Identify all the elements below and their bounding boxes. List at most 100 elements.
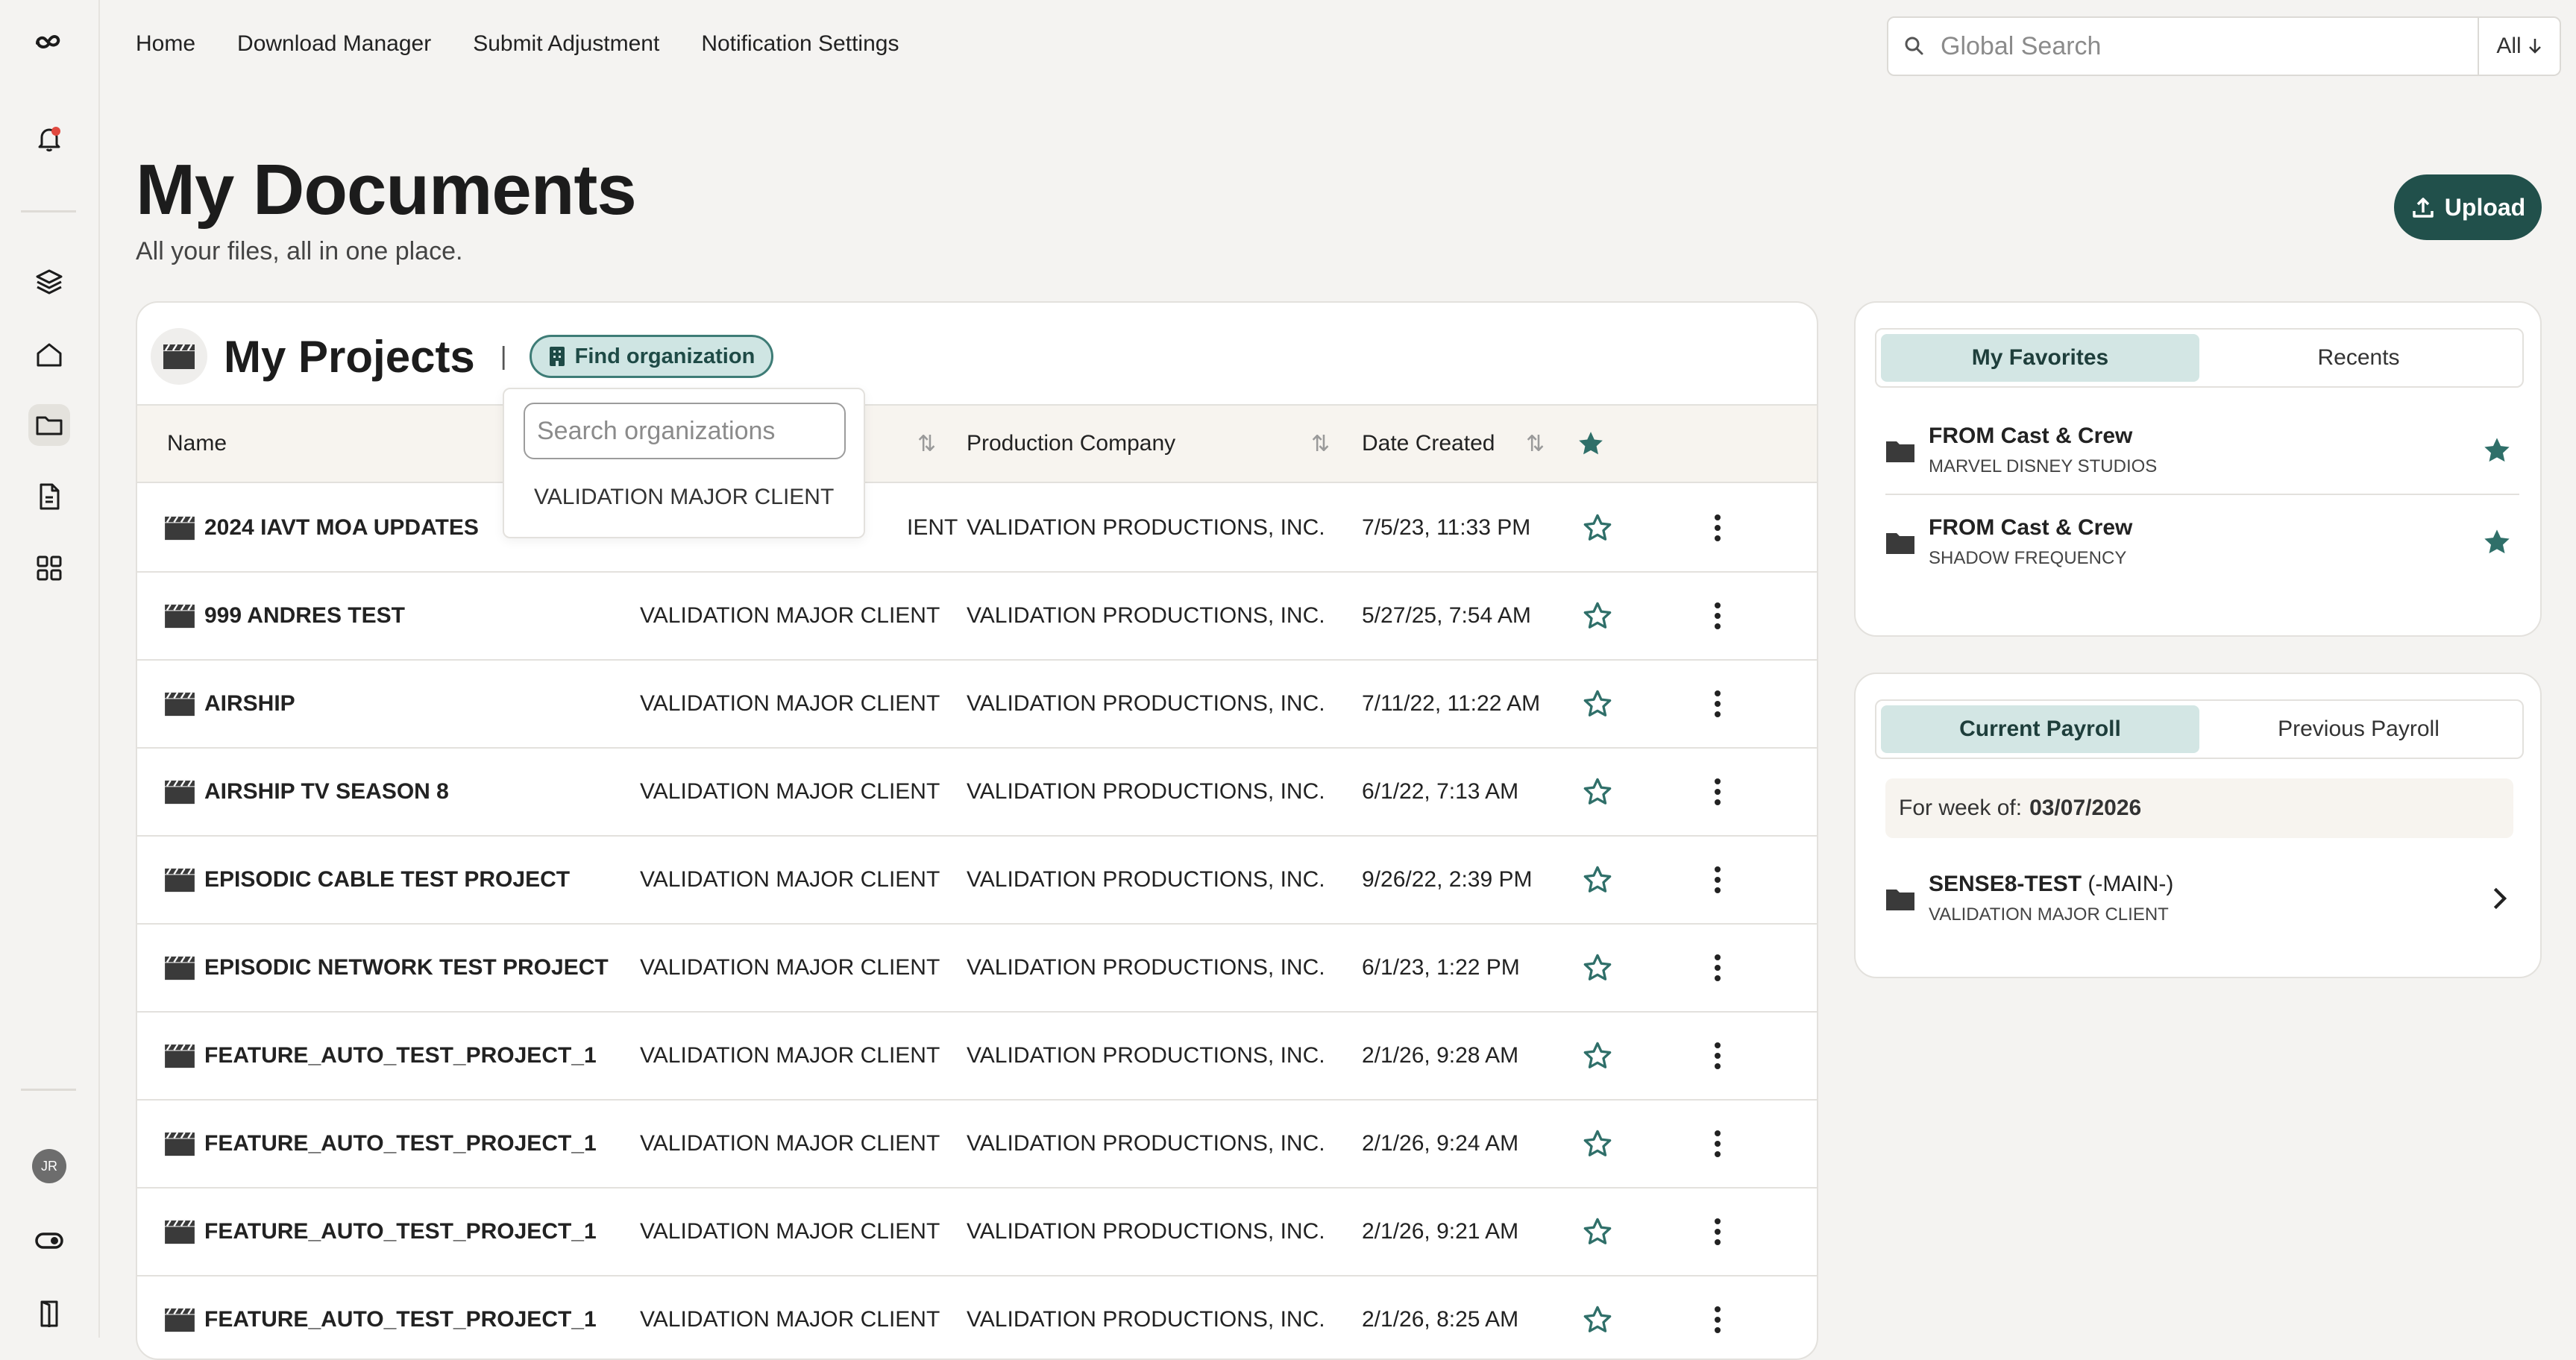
sort-icon[interactable]: ⇅ <box>1526 406 1545 482</box>
organization-option[interactable]: VALIDATION MAJOR CLIENT <box>534 485 834 510</box>
favorite-column-star-icon[interactable] <box>1577 406 1605 482</box>
client-cell: VALIDATION MAJOR CLIENT <box>640 603 940 628</box>
project-name: FEATURE_AUTO_TEST_PROJECT_1 <box>204 1043 597 1068</box>
arrow-down-icon <box>2528 39 2541 54</box>
star-icon[interactable] <box>2482 527 2512 557</box>
kebab-icon[interactable] <box>1714 485 1721 571</box>
sort-icon[interactable]: ⇅ <box>1311 406 1330 482</box>
date-created-cell: 9/26/22, 2:39 PM <box>1362 867 1533 892</box>
payroll-item[interactable]: SENSE8-TEST (-MAIN-) VALIDATION MAJOR CL… <box>1885 854 2519 942</box>
search-organizations-input[interactable]: Search organizations <box>524 403 846 459</box>
toggle-icon[interactable] <box>28 1220 70 1262</box>
kebab-icon[interactable] <box>1714 1276 1721 1359</box>
payroll-item-suffix: (-MAIN-) <box>2087 872 2174 896</box>
client-cell: VALIDATION MAJOR CLIENT <box>640 867 940 892</box>
table-row[interactable]: 999 ANDRES TEST VALIDATION MAJOR CLIENT … <box>137 573 1817 661</box>
column-header-production-company[interactable]: Production Company <box>967 406 1175 482</box>
client-cell: VALIDATION MAJOR CLIENT <box>640 1131 940 1156</box>
production-company-cell: VALIDATION PRODUCTIONS, INC. <box>967 955 1325 980</box>
project-name-cell[interactable]: 2024 IAVT MOA UPDATES <box>163 485 479 571</box>
date-created-cell: 2/1/26, 9:24 AM <box>1362 1131 1519 1156</box>
table-row[interactable]: FEATURE_AUTO_TEST_PROJECT_1 VALIDATION M… <box>137 1101 1817 1189</box>
star-icon[interactable] <box>1583 1101 1612 1187</box>
favorite-item[interactable]: FROM Cast & Crew MARVEL DISNEY STUDIOS <box>1885 407 2519 495</box>
star-icon[interactable] <box>1583 925 1612 1011</box>
star-icon[interactable] <box>1583 573 1612 659</box>
column-header-name[interactable]: Name <box>167 406 227 482</box>
table-row[interactable]: FEATURE_AUTO_TEST_PROJECT_1 VALIDATION M… <box>137 1276 1817 1359</box>
star-icon[interactable] <box>1583 485 1612 571</box>
production-company-cell: VALIDATION PRODUCTIONS, INC. <box>967 1219 1325 1244</box>
table-row[interactable]: FEATURE_AUTO_TEST_PROJECT_1 VALIDATION M… <box>137 1013 1817 1101</box>
tab-previous-payroll[interactable]: Previous Payroll <box>2199 705 2518 753</box>
project-name-cell[interactable]: FEATURE_AUTO_TEST_PROJECT_1 <box>163 1101 597 1187</box>
bell-icon[interactable] <box>28 118 70 160</box>
nav-download-manager[interactable]: Download Manager <box>237 31 431 57</box>
table-row[interactable]: EPISODIC CABLE TEST PROJECT VALIDATION M… <box>137 837 1817 925</box>
project-name: FEATURE_AUTO_TEST_PROJECT_1 <box>204 1131 597 1156</box>
global-search[interactable]: Global Search All <box>1887 16 2561 76</box>
star-icon[interactable] <box>1583 1189 1612 1275</box>
home-icon[interactable] <box>28 334 70 376</box>
kebab-icon[interactable] <box>1714 661 1721 747</box>
star-icon[interactable] <box>1583 749 1612 835</box>
kebab-icon[interactable] <box>1714 573 1721 659</box>
nav-submit-adjustment[interactable]: Submit Adjustment <box>473 31 659 57</box>
chevron-right-icon[interactable] <box>2487 886 2512 911</box>
kebab-icon[interactable] <box>1714 925 1721 1011</box>
star-icon[interactable] <box>1583 1276 1612 1359</box>
table-row[interactable]: AIRSHIP TV SEASON 8 VALIDATION MAJOR CLI… <box>137 749 1817 837</box>
star-icon[interactable] <box>1583 661 1612 747</box>
search-input[interactable]: Global Search <box>1941 32 2478 61</box>
project-name-cell[interactable]: AIRSHIP <box>163 661 295 747</box>
logo-icon[interactable] <box>28 21 70 63</box>
layers-icon[interactable] <box>28 261 70 303</box>
logout-icon[interactable] <box>28 1293 70 1335</box>
project-name: AIRSHIP TV SEASON 8 <box>204 779 449 804</box>
column-date-created-label: Date Created <box>1362 431 1495 456</box>
table-header: Name ⇅ Production Company ⇅ Date Created… <box>137 404 1817 483</box>
project-name-cell[interactable]: 999 ANDRES TEST <box>163 573 405 659</box>
tab-recents[interactable]: Recents <box>2199 334 2518 382</box>
search-scope-select[interactable]: All <box>2478 18 2560 75</box>
favorite-title: FROM Cast & Crew <box>1929 515 2133 540</box>
table-row[interactable]: 2024 IAVT MOA UPDATES IENT VALIDATION PR… <box>137 485 1817 573</box>
find-organization-button[interactable]: Find organization <box>529 335 774 378</box>
star-icon[interactable] <box>1583 1013 1612 1099</box>
column-header-date-created[interactable]: Date Created <box>1362 406 1495 482</box>
sort-icon[interactable]: ⇅ <box>917 406 936 482</box>
page-subtitle: All your files, all in one place. <box>136 237 463 265</box>
kebab-icon[interactable] <box>1714 1189 1721 1275</box>
star-icon[interactable] <box>1583 837 1612 923</box>
folder-icon[interactable] <box>28 404 70 446</box>
grid-icon[interactable] <box>28 547 70 589</box>
table-row[interactable]: AIRSHIP VALIDATION MAJOR CLIENT VALIDATI… <box>137 661 1817 749</box>
table-row[interactable]: EPISODIC NETWORK TEST PROJECT VALIDATION… <box>137 925 1817 1013</box>
project-name-cell[interactable]: AIRSHIP TV SEASON 8 <box>163 749 449 835</box>
table-row[interactable]: FEATURE_AUTO_TEST_PROJECT_1 VALIDATION M… <box>137 1189 1817 1276</box>
upload-button[interactable]: Upload <box>2394 174 2542 240</box>
project-name-cell[interactable]: FEATURE_AUTO_TEST_PROJECT_1 <box>163 1276 597 1359</box>
document-icon[interactable] <box>28 476 70 517</box>
favorites-tabs: My Favorites Recents <box>1875 328 2524 388</box>
avatar[interactable]: JR <box>28 1145 70 1187</box>
project-name: 2024 IAVT MOA UPDATES <box>204 515 479 540</box>
star-icon[interactable] <box>2482 435 2512 465</box>
clapperboard-icon <box>165 1220 195 1244</box>
project-name-cell[interactable]: EPISODIC CABLE TEST PROJECT <box>163 837 570 923</box>
nav-home[interactable]: Home <box>136 31 195 57</box>
project-name-cell[interactable]: FEATURE_AUTO_TEST_PROJECT_1 <box>163 1189 597 1275</box>
date-created-cell: 5/27/25, 7:54 AM <box>1362 603 1531 628</box>
project-name-cell[interactable]: EPISODIC NETWORK TEST PROJECT <box>163 925 609 1011</box>
tab-my-favorites[interactable]: My Favorites <box>1881 334 2199 382</box>
search-scope-label: All <box>2496 34 2522 58</box>
date-created-cell: 2/1/26, 8:25 AM <box>1362 1307 1519 1332</box>
kebab-icon[interactable] <box>1714 1101 1721 1187</box>
favorite-item[interactable]: FROM Cast & Crew SHADOW FREQUENCY <box>1885 498 2519 586</box>
tab-current-payroll[interactable]: Current Payroll <box>1881 705 2199 753</box>
kebab-icon[interactable] <box>1714 749 1721 835</box>
project-name-cell[interactable]: FEATURE_AUTO_TEST_PROJECT_1 <box>163 1013 597 1099</box>
nav-notification-settings[interactable]: Notification Settings <box>701 31 899 57</box>
kebab-icon[interactable] <box>1714 1013 1721 1099</box>
kebab-icon[interactable] <box>1714 837 1721 923</box>
